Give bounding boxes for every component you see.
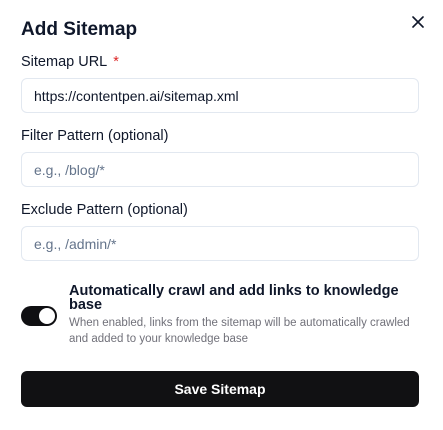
- add-sitemap-dialog: Add Sitemap Sitemap URL * Filter Pattern …: [0, 0, 443, 430]
- save-sitemap-button[interactable]: Save Sitemap: [21, 371, 419, 407]
- auto-crawl-title: Automatically crawl and add links to kno…: [69, 283, 399, 313]
- close-button[interactable]: [409, 13, 427, 31]
- dialog-title: Add Sitemap: [21, 19, 138, 40]
- auto-crawl-description: When enabled, links from the sitemap wil…: [69, 317, 410, 345]
- filter-pattern-input[interactable]: [21, 152, 419, 187]
- exclude-pattern-input[interactable]: [21, 226, 419, 261]
- exclude-pattern-label: Exclude Pattern (optional): [21, 202, 188, 218]
- toggle-knob: [39, 308, 55, 324]
- sitemap-url-input[interactable]: [21, 78, 419, 113]
- sitemap-url-label-text: Sitemap URL: [21, 54, 108, 70]
- close-icon: [412, 16, 424, 28]
- filter-pattern-label: Filter Pattern (optional): [21, 128, 169, 144]
- auto-crawl-toggle[interactable]: [21, 306, 57, 326]
- sitemap-url-label: Sitemap URL *: [21, 54, 119, 70]
- required-marker: *: [113, 54, 119, 70]
